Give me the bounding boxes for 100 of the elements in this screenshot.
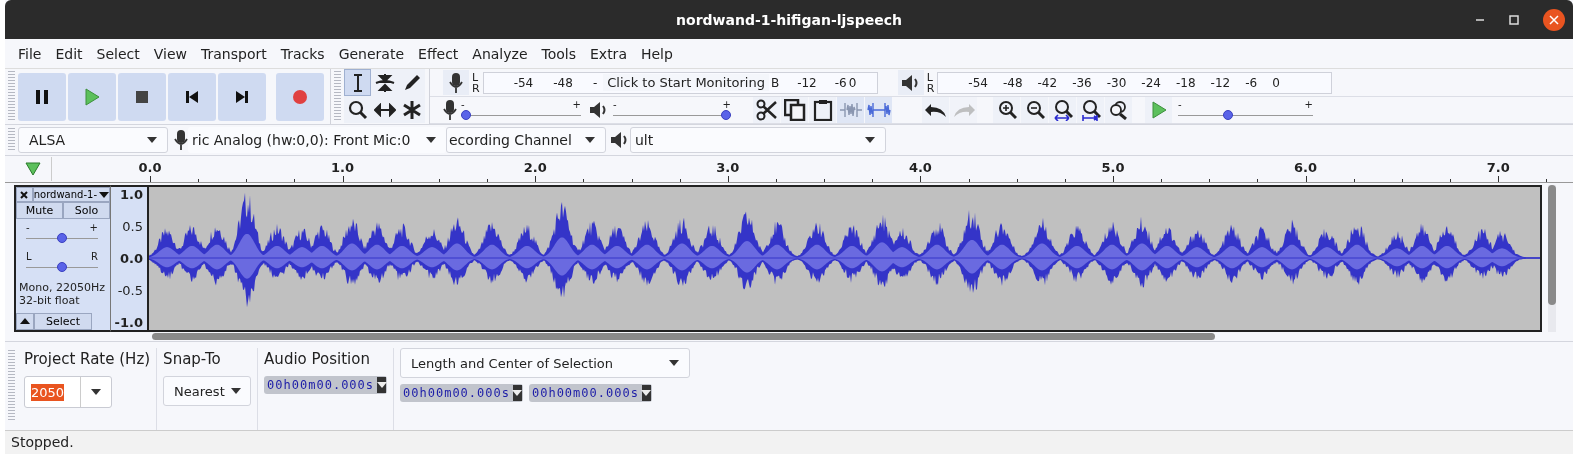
undo-button[interactable] — [922, 97, 949, 124]
snap-to-dropdown[interactable]: Nearest — [163, 376, 252, 407]
toolbar-grip[interactable] — [334, 71, 341, 123]
stop-button[interactable] — [118, 72, 166, 121]
amplitude-label: -1.0 — [114, 314, 143, 330]
cut-button[interactable] — [753, 97, 780, 124]
maximize-icon[interactable] — [1509, 15, 1519, 25]
menu-item[interactable]: Select — [89, 45, 147, 62]
toolbar-grip[interactable] — [8, 128, 15, 153]
zoom-tool[interactable] — [344, 96, 371, 124]
scissors-icon — [755, 99, 778, 122]
horizontal-scrollbar-thumb[interactable] — [152, 333, 1215, 341]
track-info: Mono, 22050Hz — [19, 281, 106, 295]
menu-item[interactable]: Transport — [194, 45, 274, 62]
skip-start-icon — [185, 89, 199, 104]
selection-mode-dropdown[interactable]: Length and Center of Selection — [400, 348, 691, 379]
meter-label: -12 — [797, 75, 817, 90]
silence-button[interactable] — [865, 97, 892, 124]
dropdown-caret-icon — [512, 390, 523, 397]
toolbar-grip[interactable] — [8, 350, 15, 423]
menu-item[interactable]: Generate — [331, 45, 412, 62]
dropdown-caret-icon — [91, 389, 101, 396]
playback-meter[interactable]: -54 -48 -42 -36 -30 -24 -18 -12 -6 0 — [937, 71, 1333, 94]
recording-device-dropdown[interactable]: ric Analog (hw:0,0): Front Mic:0 — [188, 127, 446, 154]
fit-selection-button[interactable] — [1049, 97, 1076, 124]
double-arrow-icon — [373, 102, 396, 117]
slider-thumb[interactable] — [57, 262, 67, 273]
microphone-icon — [449, 71, 463, 94]
time-label: 3.0 — [716, 159, 740, 175]
zoom-in-icon — [996, 100, 1017, 121]
fit-project-button[interactable] — [1077, 97, 1104, 124]
recording-channels-dropdown[interactable]: ecording Channel — [446, 127, 606, 154]
track-name-menu[interactable]: nordwand-1- — [32, 187, 110, 203]
project-rate-field[interactable]: 2050 — [24, 376, 112, 409]
microphone-icon — [443, 99, 457, 122]
record-button[interactable] — [276, 72, 324, 121]
selection-time-field[interactable]: 00h00m00.000s — [400, 384, 523, 403]
vertical-scrollbar-thumb[interactable] — [1548, 185, 1556, 306]
zoom-toggle-button[interactable] — [1105, 97, 1132, 124]
time-label: 4.0 — [908, 159, 932, 175]
close-icon[interactable] — [1543, 9, 1565, 31]
play-at-speed-button[interactable] — [1145, 97, 1172, 124]
time-label: 5.0 — [1101, 159, 1125, 175]
select-tool[interactable] — [344, 69, 371, 97]
timeline-ruler[interactable]: 0.0 1.0 2.0 3.0 4.0 5.0 6.0 7.0 — [5, 155, 1573, 184]
slider-thumb[interactable] — [1223, 109, 1233, 120]
skip-end-button[interactable] — [218, 72, 266, 121]
copy-button[interactable] — [781, 97, 808, 124]
selection-time-field[interactable]: 00h00m00.000s — [528, 384, 652, 403]
meter-label: - — [592, 75, 598, 90]
skip-start-button[interactable] — [168, 72, 216, 121]
menu-item[interactable]: Analyze — [465, 45, 535, 62]
menu-item[interactable]: File — [11, 45, 49, 62]
copy-icon — [783, 99, 806, 122]
fit-project-icon — [1080, 99, 1101, 122]
monitoring-prompt[interactable]: Click to Start Monitoring — [603, 74, 769, 92]
record-meter-button[interactable] — [443, 70, 469, 96]
select-track-button[interactable]: Select — [34, 312, 92, 330]
record-icon — [292, 88, 308, 105]
meter-label: -12 — [1210, 75, 1231, 90]
status-bar: Stopped. — [5, 429, 1573, 454]
playback-device-dropdown[interactable]: ult — [630, 127, 886, 154]
menu-item[interactable]: Tracks — [273, 45, 332, 62]
audio-position-label: Audio Position — [264, 349, 371, 371]
audio-position-field[interactable]: 00h00m00.000s — [264, 376, 388, 395]
snap-to-label: Snap-To — [163, 349, 222, 371]
paste-button[interactable] — [809, 97, 836, 124]
project-rate-label: Project Rate (Hz) — [24, 349, 151, 371]
play-meter-button[interactable] — [897, 70, 924, 96]
meter-label: -54 — [513, 75, 534, 90]
zoom-in-button[interactable] — [993, 97, 1020, 124]
mute-button[interactable]: Mute — [16, 202, 63, 220]
pause-button[interactable] — [18, 72, 66, 121]
meter-label: -42 — [1037, 75, 1058, 90]
collapse-button[interactable] — [16, 312, 34, 330]
amplitude-label: 0.5 — [122, 219, 143, 234]
zoom-out-button[interactable] — [1021, 97, 1048, 124]
menu-item[interactable]: Tools — [534, 45, 583, 62]
zoom-out-icon — [1024, 100, 1045, 121]
meter-label: -54 — [968, 75, 988, 90]
play-head-icon[interactable] — [25, 161, 41, 176]
solo-button[interactable]: Solo — [63, 202, 110, 220]
slider-thumb[interactable] — [461, 109, 471, 120]
slider-thumb[interactable] — [721, 109, 731, 120]
slider-min-label: L — [26, 252, 32, 262]
meter-label: -24 — [1141, 75, 1161, 90]
clipboard-icon — [811, 99, 834, 122]
time-label: 7.0 — [1486, 159, 1510, 175]
menu-item[interactable]: Edit — [48, 45, 90, 62]
menu-item[interactable]: Extra — [583, 45, 634, 62]
slider-min-label: - — [461, 99, 465, 109]
channel-label: L — [472, 71, 480, 83]
slider-max-label: + — [722, 99, 731, 109]
menu-item[interactable]: Effect — [411, 45, 466, 62]
menu-item[interactable]: View — [146, 45, 194, 62]
toolbar-grip[interactable] — [8, 71, 15, 123]
recording-meter[interactable]: -54 -48 - Click to Start Monitoring B -12 -6 0 — [482, 71, 878, 94]
menu-item[interactable]: Help — [633, 45, 680, 62]
slider-thumb[interactable] — [57, 233, 67, 244]
audio-host-dropdown[interactable]: ALSA — [18, 127, 168, 154]
